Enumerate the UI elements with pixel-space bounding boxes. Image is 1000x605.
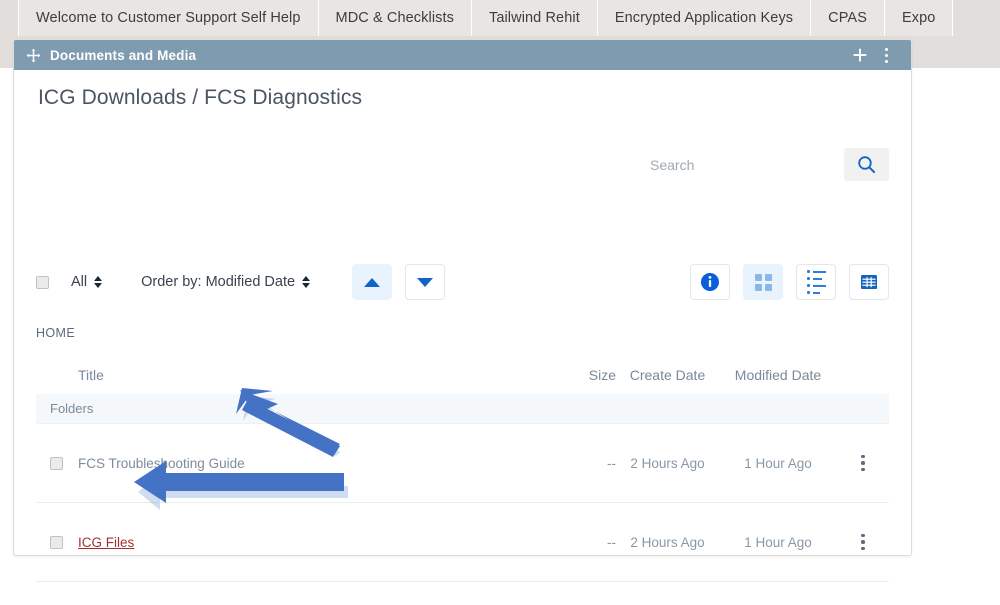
documents-table: Title Size Create Date Modified Date Fol…	[36, 356, 889, 582]
nav-tab-label: Tailwind Rehit	[488, 10, 580, 26]
folder-link-icg-files[interactable]: ICG Files	[78, 535, 134, 550]
row-size: --	[607, 534, 616, 550]
top-navigation-tabs: Welcome to Customer Support Self Help MD…	[0, 0, 1000, 36]
search-bar	[646, 148, 889, 181]
row-checkbox-cell	[36, 535, 78, 549]
portlet-body: ICG Downloads / FCS Diagnostics All	[14, 70, 911, 582]
updown-caret-icon	[302, 276, 311, 288]
grid-view-icon	[754, 273, 772, 291]
nav-tab-label: CPAS	[828, 10, 867, 26]
column-header-modified-date[interactable]: Modified Date	[719, 367, 837, 383]
folder-name-fcs-troubleshooting-guide[interactable]: FCS Troubleshooting Guide	[78, 456, 245, 471]
row-actions-cell	[837, 533, 889, 551]
move-handle-icon[interactable]	[26, 48, 41, 63]
table-view-icon	[861, 275, 877, 289]
row-checkbox[interactable]	[50, 535, 63, 549]
order-by-dropdown[interactable]: Order by: Modified Date	[141, 274, 311, 290]
arrow-up-icon	[364, 277, 381, 287]
info-icon	[701, 273, 719, 291]
documents-and-media-portlet: Documents and Media + ICG Downloads / FC…	[13, 39, 912, 582]
search-button[interactable]	[844, 148, 889, 181]
table-row[interactable]: ICG Files -- 2 Hours Ago 1 Hour Ago	[36, 503, 889, 582]
nav-tab-encrypted-application-keys[interactable]: Encrypted Application Keys	[597, 0, 812, 36]
card-view-button[interactable]	[743, 264, 783, 300]
row-create-date: 2 Hours Ago	[630, 455, 705, 471]
row-title-cell: FCS Troubleshooting Guide	[78, 456, 564, 471]
table-header-row: Title Size Create Date Modified Date	[36, 356, 889, 394]
list-view-button[interactable]	[796, 264, 836, 300]
arrow-down-icon	[417, 277, 434, 287]
screenshot-root: Welcome to Customer Support Self Help MD…	[0, 0, 1000, 605]
table-row[interactable]: FCS Troubleshooting Guide -- 2 Hours Ago…	[36, 424, 889, 503]
search-icon	[858, 156, 876, 174]
column-header-size[interactable]: Size	[564, 367, 616, 383]
nav-tab-label: Expo	[901, 10, 936, 26]
list-view-icon	[806, 270, 826, 294]
row-options-button[interactable]	[837, 454, 889, 472]
select-all-checkbox[interactable]	[36, 275, 49, 289]
info-button[interactable]	[690, 264, 730, 300]
table-view-button[interactable]	[849, 264, 889, 300]
row-actions-cell	[837, 454, 889, 472]
column-header-create-date[interactable]: Create Date	[616, 367, 719, 383]
row-create-date: 2 Hours Ago	[630, 534, 705, 550]
add-document-button[interactable]: +	[849, 40, 871, 70]
row-title-cell: ICG Files	[78, 535, 564, 550]
updown-caret-icon	[94, 276, 103, 288]
kebab-menu-icon	[884, 47, 888, 63]
selection-scope-dropdown[interactable]: All	[71, 274, 103, 290]
portlet-title: Documents and Media	[50, 47, 197, 63]
nav-tab-label: Welcome to Customer Support Self Help	[36, 10, 301, 26]
documents-toolbar: All Order by: Modified Date	[36, 253, 889, 311]
row-checkbox-cell	[36, 456, 78, 470]
row-options-button[interactable]	[837, 533, 889, 551]
nav-tab-cpas[interactable]: CPAS	[811, 0, 885, 36]
nav-tab-expo[interactable]: Expo	[884, 0, 954, 36]
breadcrumb-item-home[interactable]: HOME	[36, 326, 75, 340]
row-modified-date: 1 Hour Ago	[744, 534, 812, 550]
order-by-label: Order by: Modified Date	[141, 274, 296, 290]
table-section-header-folders: Folders	[36, 394, 889, 424]
breadcrumb[interactable]: HOME	[36, 326, 75, 340]
selection-scope-label: All	[71, 274, 88, 290]
row-modified-date: 1 Hour Ago	[744, 455, 812, 471]
portlet-header: Documents and Media +	[14, 40, 911, 70]
nav-tab-mdc-checklists[interactable]: MDC & Checklists	[318, 0, 472, 36]
nav-tab-label: Encrypted Application Keys	[614, 10, 794, 26]
row-checkbox[interactable]	[50, 456, 63, 470]
portlet-options-button[interactable]	[875, 44, 897, 66]
view-mode-group	[690, 264, 889, 300]
sort-ascending-button[interactable]	[352, 264, 393, 300]
search-input[interactable]	[646, 148, 844, 181]
row-size: --	[607, 455, 616, 471]
sort-descending-button[interactable]	[405, 264, 446, 300]
nav-tab-label: MDC & Checklists	[335, 10, 454, 26]
section-label: Folders	[50, 401, 94, 416]
nav-tab-tailwind-rehit[interactable]: Tailwind Rehit	[471, 0, 598, 36]
plus-icon: +	[852, 40, 868, 70]
page-title: ICG Downloads / FCS Diagnostics	[38, 86, 363, 109]
column-header-title[interactable]: Title	[78, 367, 564, 383]
nav-tab-welcome[interactable]: Welcome to Customer Support Self Help	[18, 0, 319, 36]
